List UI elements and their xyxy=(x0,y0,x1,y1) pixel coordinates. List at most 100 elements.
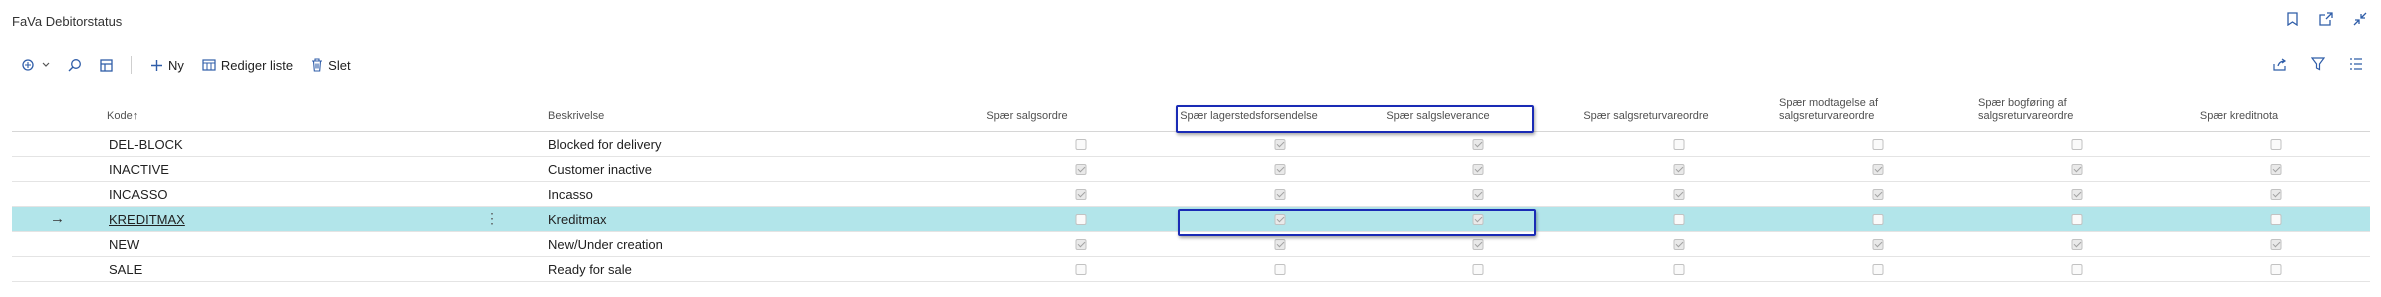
block-checkbox[interactable] xyxy=(1274,164,1286,175)
filter-pane-button[interactable] xyxy=(100,58,113,72)
block-checkbox[interactable] xyxy=(1472,139,1484,150)
block-checkbox[interactable] xyxy=(1673,139,1685,150)
grid-body: DEL-BLOCK Blocked for delivery INACTIVE Cus… xyxy=(12,132,2370,282)
block-checkbox[interactable] xyxy=(1872,239,1884,250)
filter-icon[interactable] xyxy=(2311,57,2325,71)
sort-ascending-icon: ↑ xyxy=(132,110,139,122)
block-checkbox[interactable] xyxy=(1472,264,1484,275)
block-checkbox[interactable] xyxy=(1075,239,1087,250)
column-header-block-return-receipt[interactable]: Spær modtagelse af salgsreturvareordre xyxy=(1779,97,1878,123)
column-header-block-return-order[interactable]: Spær salgsreturvareordre xyxy=(1583,110,1708,123)
search-button[interactable] xyxy=(68,58,82,72)
description-cell[interactable]: Blocked for delivery xyxy=(548,137,661,152)
block-checkbox[interactable] xyxy=(2071,189,2083,200)
block-checkbox[interactable] xyxy=(1872,214,1884,225)
block-checkbox[interactable] xyxy=(1472,189,1484,200)
code-cell[interactable]: SALE xyxy=(109,262,142,277)
window-controls xyxy=(2285,12,2367,26)
chevron-down-icon xyxy=(42,62,50,68)
current-row-arrow-icon: → xyxy=(50,210,65,227)
block-checkbox[interactable] xyxy=(1075,189,1087,200)
row-actions-icon[interactable]: ⋮ xyxy=(485,210,499,227)
code-cell[interactable]: NEW xyxy=(109,237,139,252)
code-cell[interactable]: KREDITMAX xyxy=(109,212,185,227)
table-row[interactable]: DEL-BLOCK Blocked for delivery xyxy=(12,132,2370,157)
block-checkbox[interactable] xyxy=(1872,164,1884,175)
block-checkbox[interactable] xyxy=(2270,239,2282,250)
description-cell[interactable]: Customer inactive xyxy=(548,162,652,177)
block-checkbox[interactable] xyxy=(1673,239,1685,250)
edit-list-icon xyxy=(202,58,216,72)
column-header-block-sales-order[interactable]: Spær salgsordre xyxy=(986,110,1067,123)
block-checkbox[interactable] xyxy=(2071,214,2083,225)
block-checkbox[interactable] xyxy=(1872,139,1884,150)
block-checkbox[interactable] xyxy=(2071,239,2083,250)
description-cell[interactable]: New/Under creation xyxy=(548,237,663,252)
table-row[interactable]: INCASSO Incasso xyxy=(12,182,2370,207)
column-header-block-credit-memo[interactable]: Spær kreditnota xyxy=(2200,110,2278,123)
block-checkbox[interactable] xyxy=(1673,189,1685,200)
block-checkbox[interactable] xyxy=(2071,164,2083,175)
edit-list-button-label: Rediger liste xyxy=(220,57,294,73)
block-checkbox[interactable] xyxy=(1274,139,1286,150)
debitor-status-grid: Kode↑ Beskrivelse Spær salgsordre Spær l… xyxy=(12,96,2370,282)
table-row[interactable]: SALE Ready for sale xyxy=(12,257,2370,282)
block-checkbox[interactable] xyxy=(1274,239,1286,250)
column-header-block-warehouse-shipment[interactable]: Spær lagerstedsforsendelse xyxy=(1180,110,1318,123)
layout-icon xyxy=(100,58,113,72)
block-checkbox[interactable] xyxy=(2270,139,2282,150)
column-header-description[interactable]: Beskrivelse xyxy=(548,110,604,123)
grid-header: Kode↑ Beskrivelse Spær salgsordre Spær l… xyxy=(12,96,2370,132)
edit-list-button[interactable]: Rediger liste xyxy=(202,58,293,73)
column-header-block-return-posting[interactable]: Spær bogføring af salgsreturvareordre xyxy=(1978,97,2073,123)
table-row[interactable]: NEW New/Under creation xyxy=(12,232,2370,257)
search-icon xyxy=(68,58,82,72)
block-checkbox[interactable] xyxy=(1472,164,1484,175)
block-checkbox[interactable] xyxy=(2071,264,2083,275)
description-cell[interactable]: Kreditmax xyxy=(548,212,607,227)
share-icon[interactable] xyxy=(2273,57,2287,71)
views-icon xyxy=(22,58,37,72)
action-bar: Ny Rediger liste Slet xyxy=(22,56,369,74)
delete-button[interactable]: Slet xyxy=(311,57,351,73)
code-cell[interactable]: INCASSO xyxy=(109,187,168,202)
delete-button-label: Slet xyxy=(328,57,351,73)
code-cell[interactable]: DEL-BLOCK xyxy=(109,137,183,152)
description-cell[interactable]: Incasso xyxy=(548,187,593,202)
page-title: FaVa Debitorstatus xyxy=(12,14,123,29)
block-checkbox[interactable] xyxy=(1075,139,1087,150)
block-checkbox[interactable] xyxy=(2270,264,2282,275)
trash-icon xyxy=(311,58,323,72)
block-checkbox[interactable] xyxy=(1075,214,1087,225)
column-header-block-sales-shipment[interactable]: Spær salgsleverance xyxy=(1386,110,1489,123)
block-checkbox[interactable] xyxy=(2270,164,2282,175)
description-cell[interactable]: Ready for sale xyxy=(548,262,632,277)
open-in-new-window-icon[interactable] xyxy=(2319,12,2333,26)
code-cell[interactable]: INACTIVE xyxy=(109,162,169,177)
block-checkbox[interactable] xyxy=(2071,139,2083,150)
block-checkbox[interactable] xyxy=(1673,164,1685,175)
block-checkbox[interactable] xyxy=(1673,264,1685,275)
new-button[interactable]: Ny xyxy=(150,58,184,73)
table-row[interactable]: → ⋮ KREDITMAX Kreditmax xyxy=(12,207,2370,232)
block-checkbox[interactable] xyxy=(1472,214,1484,225)
block-checkbox[interactable] xyxy=(1075,164,1087,175)
block-checkbox[interactable] xyxy=(1673,214,1685,225)
block-checkbox[interactable] xyxy=(1274,214,1286,225)
new-button-label: Ny xyxy=(168,57,184,73)
block-checkbox[interactable] xyxy=(1075,264,1087,275)
column-header-code[interactable]: Kode↑ xyxy=(107,110,138,123)
block-checkbox[interactable] xyxy=(2270,189,2282,200)
plus-icon xyxy=(150,59,163,72)
collapse-icon[interactable] xyxy=(2353,12,2367,26)
block-checkbox[interactable] xyxy=(1872,264,1884,275)
block-checkbox[interactable] xyxy=(1274,189,1286,200)
block-checkbox[interactable] xyxy=(2270,214,2282,225)
block-checkbox[interactable] xyxy=(1872,189,1884,200)
block-checkbox[interactable] xyxy=(1472,239,1484,250)
list-view-icon[interactable] xyxy=(2349,57,2363,71)
table-row[interactable]: INACTIVE Customer inactive xyxy=(12,157,2370,182)
views-button[interactable] xyxy=(22,58,50,72)
bookmark-icon[interactable] xyxy=(2285,12,2299,26)
block-checkbox[interactable] xyxy=(1274,264,1286,275)
